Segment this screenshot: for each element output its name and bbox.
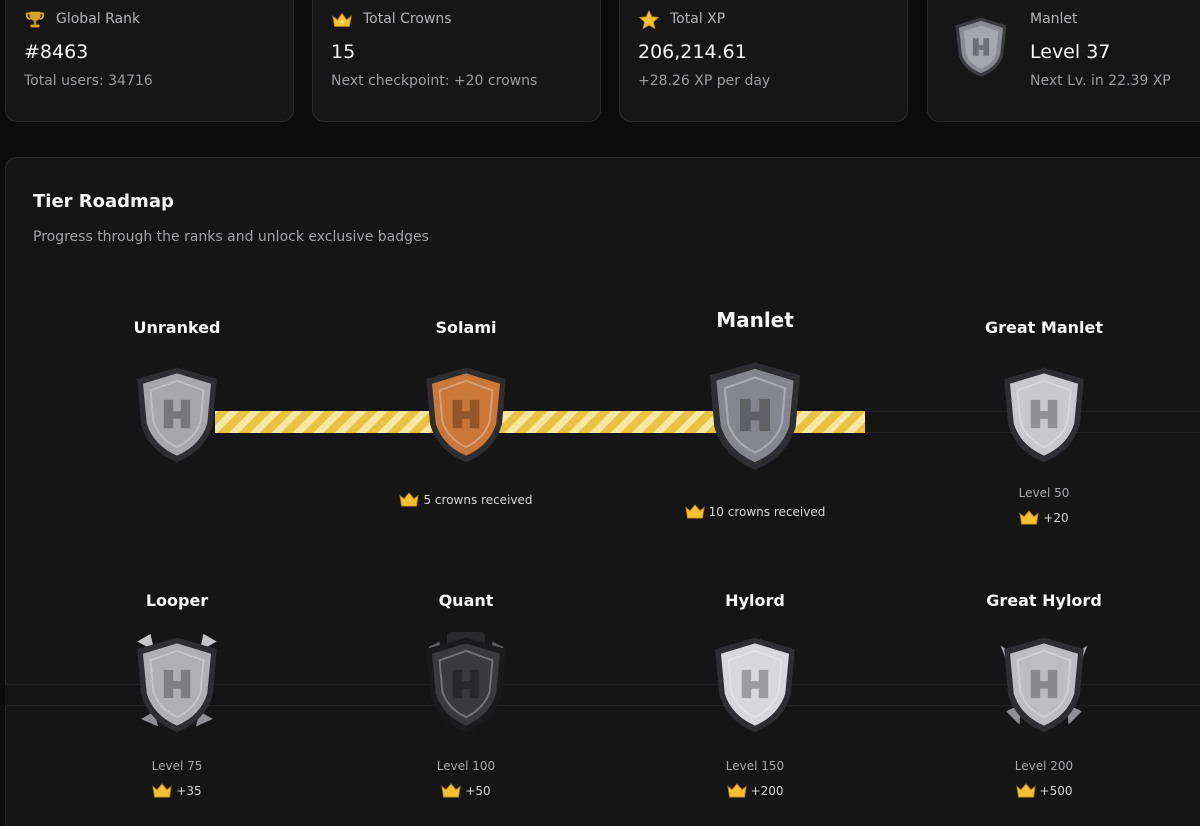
tier-reward-text: 10 crowns received xyxy=(708,505,826,519)
tier-reward-text: +20 xyxy=(1043,511,1069,525)
crown-icon xyxy=(1019,510,1040,525)
next-checkpoint-text: Next checkpoint: +20 crowns xyxy=(331,73,538,89)
tier-name: Looper xyxy=(145,591,209,610)
tier-name: Unranked xyxy=(133,318,221,337)
tier-name: Solami xyxy=(435,318,497,337)
tier-badge-solami-icon xyxy=(416,362,516,470)
tier-reward-text: +35 xyxy=(176,784,202,798)
tier-badge-hylord-icon xyxy=(705,632,805,740)
stat-label: Global Rank xyxy=(56,11,141,27)
tier-reward-text: +500 xyxy=(1039,784,1073,798)
tier-badge-unranked-icon xyxy=(127,362,227,470)
tier-badge-manlet-icon xyxy=(699,356,811,478)
stat-card-total-xp: Total XP 206,214.61 +28.26 XP per day xyxy=(619,0,908,122)
stat-label: Total Crowns xyxy=(363,11,452,27)
total-users-text: Total users: 34716 xyxy=(24,73,153,89)
tier-reward: 5 crowns received xyxy=(356,492,576,507)
tier-reward: +20 xyxy=(934,510,1154,525)
stat-card-level: Manlet Level 37 Next Lv. in 22.39 XP xyxy=(927,0,1200,122)
tier-name: Great Hylord xyxy=(986,591,1102,610)
tier-badge-great-manlet-icon xyxy=(994,362,1094,470)
current-tier-label: Manlet xyxy=(1030,11,1078,27)
star-icon xyxy=(638,9,660,30)
crown-icon xyxy=(399,492,420,507)
global-rank-value: #8463 xyxy=(24,41,89,63)
tier-level-requirement: Level 200 xyxy=(1014,759,1074,773)
crown-icon xyxy=(441,783,462,798)
tier-name: Manlet xyxy=(716,308,794,332)
stat-card-total-crowns: Total Crowns 15 Next checkpoint: +20 cro… xyxy=(312,0,601,122)
manlet-badge-icon xyxy=(955,17,1007,77)
panel-title: Tier Roadmap xyxy=(33,191,174,212)
crown-icon xyxy=(332,12,352,27)
trophy-icon xyxy=(25,11,45,28)
tier-badge-great-hylord-icon xyxy=(994,632,1094,740)
tier-name: Quant xyxy=(438,591,494,610)
tier-badge-quant-icon xyxy=(416,632,516,740)
crown-icon xyxy=(1015,783,1036,798)
stat-label: Total XP xyxy=(670,11,726,27)
crown-icon xyxy=(152,783,173,798)
xp-per-day-text: +28.26 XP per day xyxy=(638,73,771,89)
tier-level-requirement: Level 50 xyxy=(1018,486,1070,500)
tier-reward: +200 xyxy=(645,783,865,798)
tier-reward-text: +50 xyxy=(465,784,491,798)
tier-reward: +35 xyxy=(67,783,287,798)
panel-subtitle: Progress through the ranks and unlock ex… xyxy=(33,229,429,245)
tier-name: Great Manlet xyxy=(985,318,1103,337)
tier-reward: 10 crowns received xyxy=(645,504,865,519)
tier-level-requirement: Level 150 xyxy=(725,759,785,773)
tier-level-requirement: Level 75 xyxy=(151,759,203,773)
crown-icon xyxy=(684,504,705,519)
tier-name: Hylord xyxy=(725,591,785,610)
next-level-text: Next Lv. in 22.39 XP xyxy=(1030,73,1171,89)
total-xp-value: 206,214.61 xyxy=(638,41,747,63)
tier-reward: +500 xyxy=(934,783,1154,798)
tier-reward-text: +200 xyxy=(750,784,784,798)
crown-icon xyxy=(726,783,747,798)
level-value: Level 37 xyxy=(1030,41,1111,63)
tier-badge-looper-icon xyxy=(127,632,227,740)
total-crowns-value: 15 xyxy=(331,41,356,63)
tier-reward-text: 5 crowns received xyxy=(423,493,533,507)
stat-card-global-rank: Global Rank #8463 Total users: 34716 xyxy=(5,0,294,122)
tier-reward: +50 xyxy=(356,783,576,798)
tier-level-requirement: Level 100 xyxy=(436,759,496,773)
